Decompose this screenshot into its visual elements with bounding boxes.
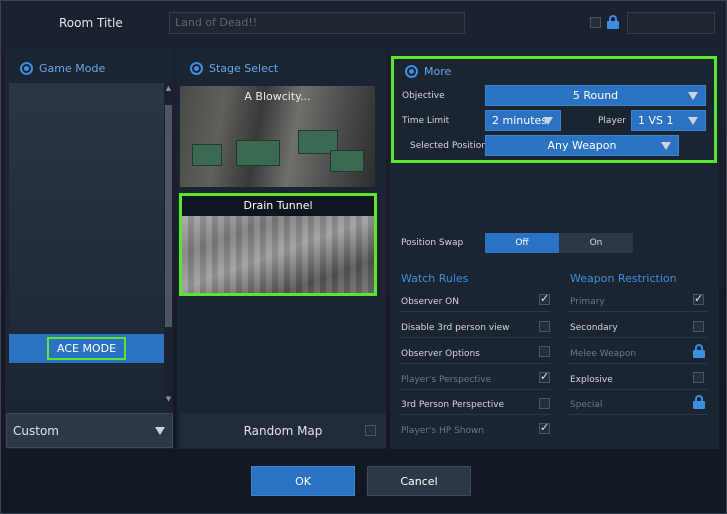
divider — [568, 311, 708, 312]
chevron-down-icon — [543, 116, 553, 125]
more-panel: More Objective 5 Round Time Limit 2 minu… — [391, 56, 717, 163]
cancel-label: Cancel — [400, 474, 438, 488]
position-swap-label: Position Swap — [401, 238, 464, 248]
divider — [399, 414, 551, 415]
scroll-up-icon[interactable]: ▲ — [164, 83, 173, 93]
create-room-dialog: Room Title Land of Dead!! Game Mode ▲ ▼ … — [0, 0, 727, 514]
secondary-checkbox[interactable] — [693, 321, 704, 332]
game-mode-title: Game Mode — [39, 62, 106, 75]
more-title: More — [424, 65, 452, 78]
watch-rule-observer-on: Observer ON — [401, 297, 459, 307]
weapon-explosive-label: Explosive — [570, 375, 613, 385]
explosive-checkbox[interactable] — [693, 372, 704, 383]
divider — [399, 337, 551, 338]
scene-crate — [330, 150, 364, 172]
watch-rule-observer-options: Observer Options — [401, 349, 480, 359]
target-icon — [20, 62, 33, 75]
chevron-down-icon — [661, 141, 671, 150]
game-mode-dropdown[interactable]: Custom — [6, 413, 173, 448]
chevron-down-icon — [688, 116, 698, 125]
player-label: Player — [598, 116, 627, 126]
divider — [568, 389, 708, 390]
list-item-ace-mode[interactable]: ACE MODE — [9, 334, 164, 363]
player-value: 1 VS 1 — [638, 114, 674, 127]
objective-label: Objective — [402, 91, 445, 101]
watch-rule-players-perspective: Player's Perspective — [401, 375, 492, 385]
stage-thumbnail-drain-tunnel[interactable]: Drain Tunnel — [179, 193, 377, 296]
time-limit-value: 2 minutes — [492, 114, 548, 127]
disable-3rd-person-checkbox[interactable] — [539, 321, 550, 332]
divider — [568, 363, 708, 364]
stage-select-header: Stage Select — [190, 62, 278, 75]
watch-rule-hp-shown: Player's HP Shown — [401, 426, 485, 436]
target-icon — [405, 65, 418, 78]
selected-position-label: Selected Position — [410, 141, 487, 151]
divider — [399, 363, 551, 364]
stage-name: A Blowcity... — [244, 90, 311, 103]
ok-label: OK — [295, 474, 311, 488]
random-map-label: Random Map — [243, 423, 323, 438]
weapon-melee-label: Melee Weapon — [570, 349, 637, 359]
divider — [568, 337, 708, 338]
selected-position-dropdown[interactable]: Any Weapon — [485, 135, 679, 156]
lock-icon — [607, 15, 619, 29]
scene-crate — [236, 140, 280, 166]
observer-options-checkbox[interactable] — [539, 346, 550, 357]
stage-name: Drain Tunnel — [182, 196, 374, 216]
scroll-thumb[interactable] — [165, 105, 172, 327]
weapon-secondary-label: Secondary — [570, 323, 618, 333]
selected-position-value: Any Weapon — [547, 139, 617, 152]
game-mode-header: Game Mode — [20, 62, 105, 75]
players-perspective-checkbox[interactable] — [539, 370, 550, 383]
objective-value: 5 Round — [572, 89, 619, 102]
observer-on-checkbox[interactable] — [539, 292, 550, 305]
time-limit-dropdown[interactable]: 2 minutes — [485, 110, 561, 131]
divider — [399, 389, 551, 390]
password-input[interactable] — [627, 12, 715, 34]
position-swap-on[interactable]: On — [559, 233, 633, 253]
objective-dropdown[interactable]: 5 Round — [485, 85, 706, 106]
password-checkbox[interactable] — [590, 17, 601, 28]
stage-thumbnail-blowcity[interactable]: A Blowcity... — [180, 86, 375, 187]
game-mode-scrollbar[interactable]: ▲ ▼ — [164, 83, 173, 404]
random-map-button[interactable]: Random Map — [180, 413, 386, 448]
watch-rule-3rd-person-perspective: 3rd Person Perspective — [401, 400, 505, 410]
more-header: More — [405, 65, 451, 78]
chevron-down-icon — [155, 426, 165, 435]
ok-button[interactable]: OK — [251, 466, 355, 496]
divider — [399, 311, 551, 312]
random-map-checkbox[interactable] — [365, 425, 376, 436]
stage-select-title: Stage Select — [209, 62, 279, 75]
player-dropdown[interactable]: 1 VS 1 — [631, 110, 706, 131]
time-limit-label: Time Limit — [402, 116, 450, 126]
3rd-person-perspective-checkbox[interactable] — [539, 398, 550, 409]
weapon-special-label: Special — [570, 400, 603, 410]
scene-crate — [192, 144, 222, 166]
game-mode-dropdown-value: Custom — [13, 423, 59, 438]
divider — [568, 414, 708, 415]
room-title-input[interactable]: Land of Dead!! — [169, 12, 465, 34]
position-swap-off-label: Off — [515, 238, 529, 248]
chevron-down-icon — [688, 91, 698, 100]
position-swap-on-label: On — [589, 238, 603, 248]
position-swap-off[interactable]: Off — [485, 233, 559, 253]
hp-shown-checkbox[interactable] — [539, 421, 550, 434]
watch-rule-disable-3rd: Disable 3rd person view — [401, 323, 510, 333]
ace-mode-label: ACE MODE — [46, 337, 127, 360]
lock-icon — [693, 344, 705, 358]
target-icon — [190, 62, 203, 75]
scroll-down-icon[interactable]: ▼ — [164, 394, 173, 404]
cancel-button[interactable]: Cancel — [367, 466, 471, 496]
primary-checkbox[interactable] — [693, 292, 704, 305]
lock-icon — [693, 395, 705, 409]
weapon-restriction-title: Weapon Restriction — [570, 272, 677, 285]
weapon-primary-label: Primary — [570, 297, 605, 307]
room-title-label: Room Title — [59, 16, 123, 30]
watch-rules-title: Watch Rules — [401, 272, 469, 285]
